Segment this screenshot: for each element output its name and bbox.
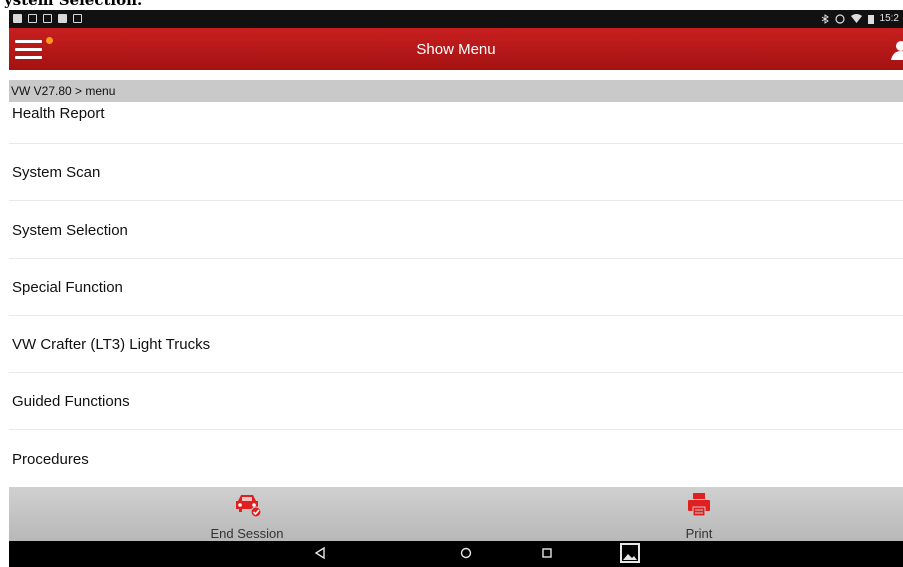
wifi-icon [850,13,862,23]
menu-item-guided-functions[interactable]: Guided Functions [9,373,903,431]
car-check-icon [236,495,262,518]
menu-item-label: Health Report [12,105,105,122]
menu-item-special-function[interactable]: Special Function [9,259,903,316]
system-nav-bar [9,541,903,567]
battery-icon [867,14,874,24]
signal-icon [73,14,82,23]
download-icon [43,14,52,23]
image-icon [58,14,67,23]
status-notification-icons [13,14,82,23]
screen-icon [28,14,37,23]
cropped-caption: ystem Selection. [0,0,903,10]
home-icon[interactable] [459,546,473,560]
alarm-icon [834,13,845,24]
recent-apps-icon[interactable] [541,546,553,560]
menu-item-label: VW Crafter (LT3) Light Trucks [12,336,211,354]
bluetooth-icon [821,13,829,24]
menu-item-procedures[interactable]: Procedures [9,430,903,488]
menu-item-label: Procedures [12,450,89,468]
printer-icon [688,493,710,517]
gallery-icon[interactable] [620,543,640,563]
menu-item-system-selection[interactable]: System Selection [9,201,903,259]
menu-item-label: System Selection [12,221,128,239]
end-session-label: End Session [210,526,284,541]
breadcrumb: VW V27.80 > menu [9,80,903,102]
status-system-icons: 15:2 [821,13,899,24]
notification-icon [13,14,22,23]
page-title: Show Menu [416,41,496,58]
menu-item-vw-crafter[interactable]: VW Crafter (LT3) Light Trucks [9,316,903,374]
user-icon[interactable] [891,40,903,60]
back-icon[interactable] [314,546,326,560]
status-bar: 15:2 [9,10,903,28]
menu-item-label: System Scan [12,164,101,182]
print-label: Print [685,526,713,541]
menu-item-label: Guided Functions [12,393,130,411]
end-session-button[interactable]: End Session [147,487,347,541]
status-time: 15:2 [879,13,899,24]
menu-list: Health Report System Scan System Selecti… [9,103,903,488]
caption-text: ystem Selection. [4,0,143,9]
menu-item-system-scan[interactable]: System Scan [9,144,903,202]
menu-item-label: Special Function [12,278,123,296]
app-header: Show Menu [9,28,903,70]
action-bar: End Session Print [9,487,903,541]
print-button[interactable]: Print [599,487,799,541]
menu-item-health-report[interactable]: Health Report [9,103,903,144]
